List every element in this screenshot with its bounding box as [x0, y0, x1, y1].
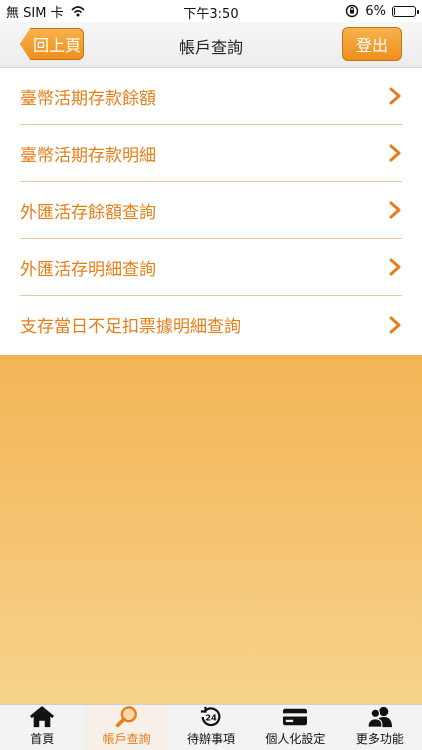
menu-item-fx-details[interactable]: 外匯活存明細查詢: [20, 239, 402, 296]
status-bar: 無 SIM 卡 下午3:50 6%: [0, 0, 422, 22]
tab-label: 帳戶查詢: [102, 732, 151, 746]
menu-item-fx-balance[interactable]: 外匯活存餘額查詢: [20, 182, 402, 239]
tab-label: 首頁: [30, 732, 55, 746]
menu-item-check-shortfall[interactable]: 支存當日不足扣票據明細查詢: [20, 296, 402, 353]
menu-item-twd-details[interactable]: 臺幣活期存款明細: [20, 125, 402, 182]
tab-bar: 首頁 帳戶查詢 24 待辦事項 個人化設定 更多功能: [0, 704, 422, 750]
tab-label: 更多功能: [355, 732, 404, 746]
tab-todo[interactable]: 24 待辦事項: [169, 705, 253, 750]
nav-bar: 回上頁 帳戶查詢 登出: [0, 22, 422, 68]
card-icon: [283, 708, 308, 726]
tab-home[interactable]: 首頁: [0, 705, 84, 750]
logout-button[interactable]: 登出: [342, 27, 402, 61]
chevron-right-icon: [389, 258, 401, 276]
battery-icon: [392, 5, 419, 17]
status-time: 下午3:50: [183, 7, 239, 22]
chevron-right-icon: [389, 201, 401, 219]
chevron-right-icon: [389, 87, 401, 105]
background-panel: [0, 355, 422, 704]
magnifier-icon: [115, 706, 137, 728]
menu-item-label: 支存當日不足扣票據明細查詢: [20, 317, 241, 337]
tab-label: 待辦事項: [187, 732, 236, 746]
chevron-right-icon: [389, 316, 401, 333]
users-icon: [367, 706, 392, 728]
menu-item-label: 臺幣活期存款餘額: [20, 88, 156, 109]
menu-item-label: 外匯活存餘額查詢: [20, 202, 156, 223]
battery-fill: [394, 7, 395, 15]
clock-24-icon: 24: [200, 706, 221, 727]
menu-item-twd-balance[interactable]: 臺幣活期存款餘額: [20, 68, 402, 125]
account-menu-list: 臺幣活期存款餘額 臺幣活期存款明細 外匯活存餘額查詢 外匯活存明細查詢 支存當日…: [0, 68, 422, 353]
tab-label: 個人化設定: [265, 732, 326, 746]
menu-item-label: 外匯活存明細查詢: [20, 259, 156, 280]
tab-more-functions[interactable]: 更多功能: [338, 705, 422, 750]
tab-account-inquiry[interactable]: 帳戶查詢: [84, 705, 169, 750]
tab-personal-settings[interactable]: 個人化設定: [253, 705, 337, 750]
svg-text:24: 24: [205, 713, 217, 723]
chevron-right-icon: [389, 144, 401, 162]
menu-item-label: 臺幣活期存款明細: [20, 145, 156, 166]
home-icon: [30, 706, 55, 728]
